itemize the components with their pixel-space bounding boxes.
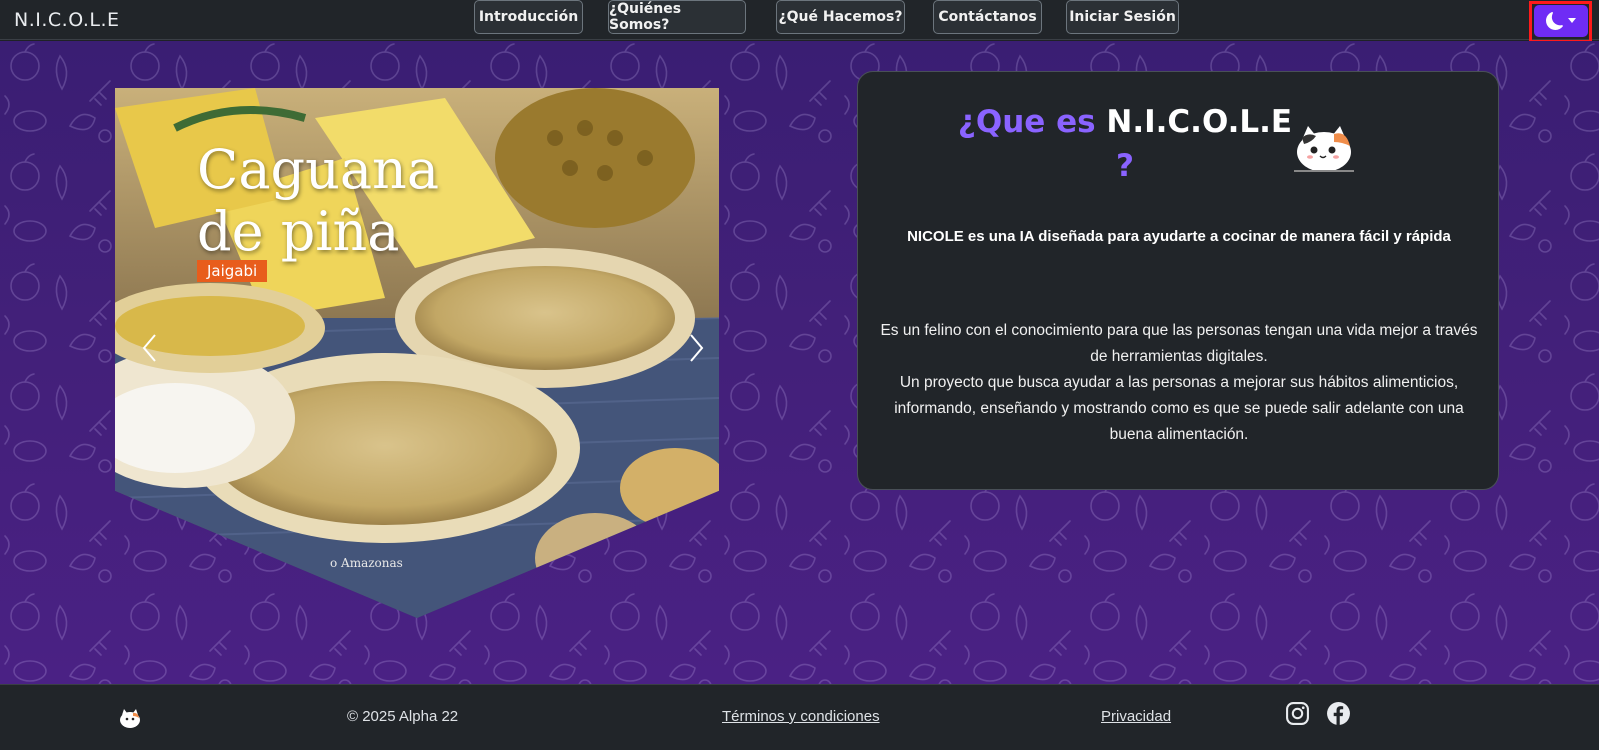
nav-quienes-somos-button[interactable]: ¿Quiénes Somos? [608,0,746,34]
slide-title-line2: de piña [197,200,400,263]
terms-link[interactable]: Términos y condiciones [722,708,880,725]
privacy-link[interactable]: Privacidad [1101,708,1171,725]
info-card: ¿Que es N.I.C.O.L.E ? NICOLE es una IA d… [857,71,1499,490]
slide-tag: Jaigabi [197,260,268,282]
card-title-name: N.I.C.O.L.E [1106,104,1293,140]
cat-logo-icon[interactable] [118,707,142,729]
image-carousel[interactable]: Caguana de piña Jaigabi o Amazonas [115,88,719,618]
navbar: N.I.C.O.L.E Introducción ¿Quiénes Somos?… [0,0,1599,76]
cat-mascot-icon [1294,126,1354,172]
chevron-left-icon [142,334,156,362]
card-lead-text: NICOLE es una IA diseñada para ayudarte … [907,228,1451,245]
card-body-paragraph-2: Un proyecto que busca ayudar a las perso… [894,374,1464,443]
carousel-next-button[interactable] [681,328,711,368]
nav-contactanos-button[interactable]: Contáctanos [933,0,1042,34]
footer: © 2025 Alpha 22 Términos y condiciones P… [0,684,1599,750]
card-body-text: Es un felino con el conocimiento para qu… [872,318,1486,448]
nav-introduccion-button[interactable]: Introducción [474,0,583,34]
brand-logo[interactable]: N.I.C.O.L.E [14,9,120,31]
copyright-text: © 2025 Alpha 22 [347,708,459,725]
nav-que-hacemos-button[interactable]: ¿Qué Hacemos? [776,0,905,34]
card-title-prefix: ¿Que es [957,104,1096,140]
facebook-icon[interactable] [1326,701,1351,726]
hero-section: Caguana de piña Jaigabi o Amazonas ¿Que … [0,41,1599,684]
carousel-prev-button[interactable] [135,328,165,368]
nav-iniciar-sesion-button[interactable]: Iniciar Sesión [1066,0,1179,34]
chevron-right-icon [690,334,704,362]
card-body-paragraph-1: Es un felino con el conocimiento para qu… [880,322,1478,365]
highlight-box [1529,1,1592,43]
slide-title-line1: Caguana [197,138,440,201]
slide-credit: o Amazonas [330,556,403,570]
instagram-icon[interactable] [1285,701,1310,726]
